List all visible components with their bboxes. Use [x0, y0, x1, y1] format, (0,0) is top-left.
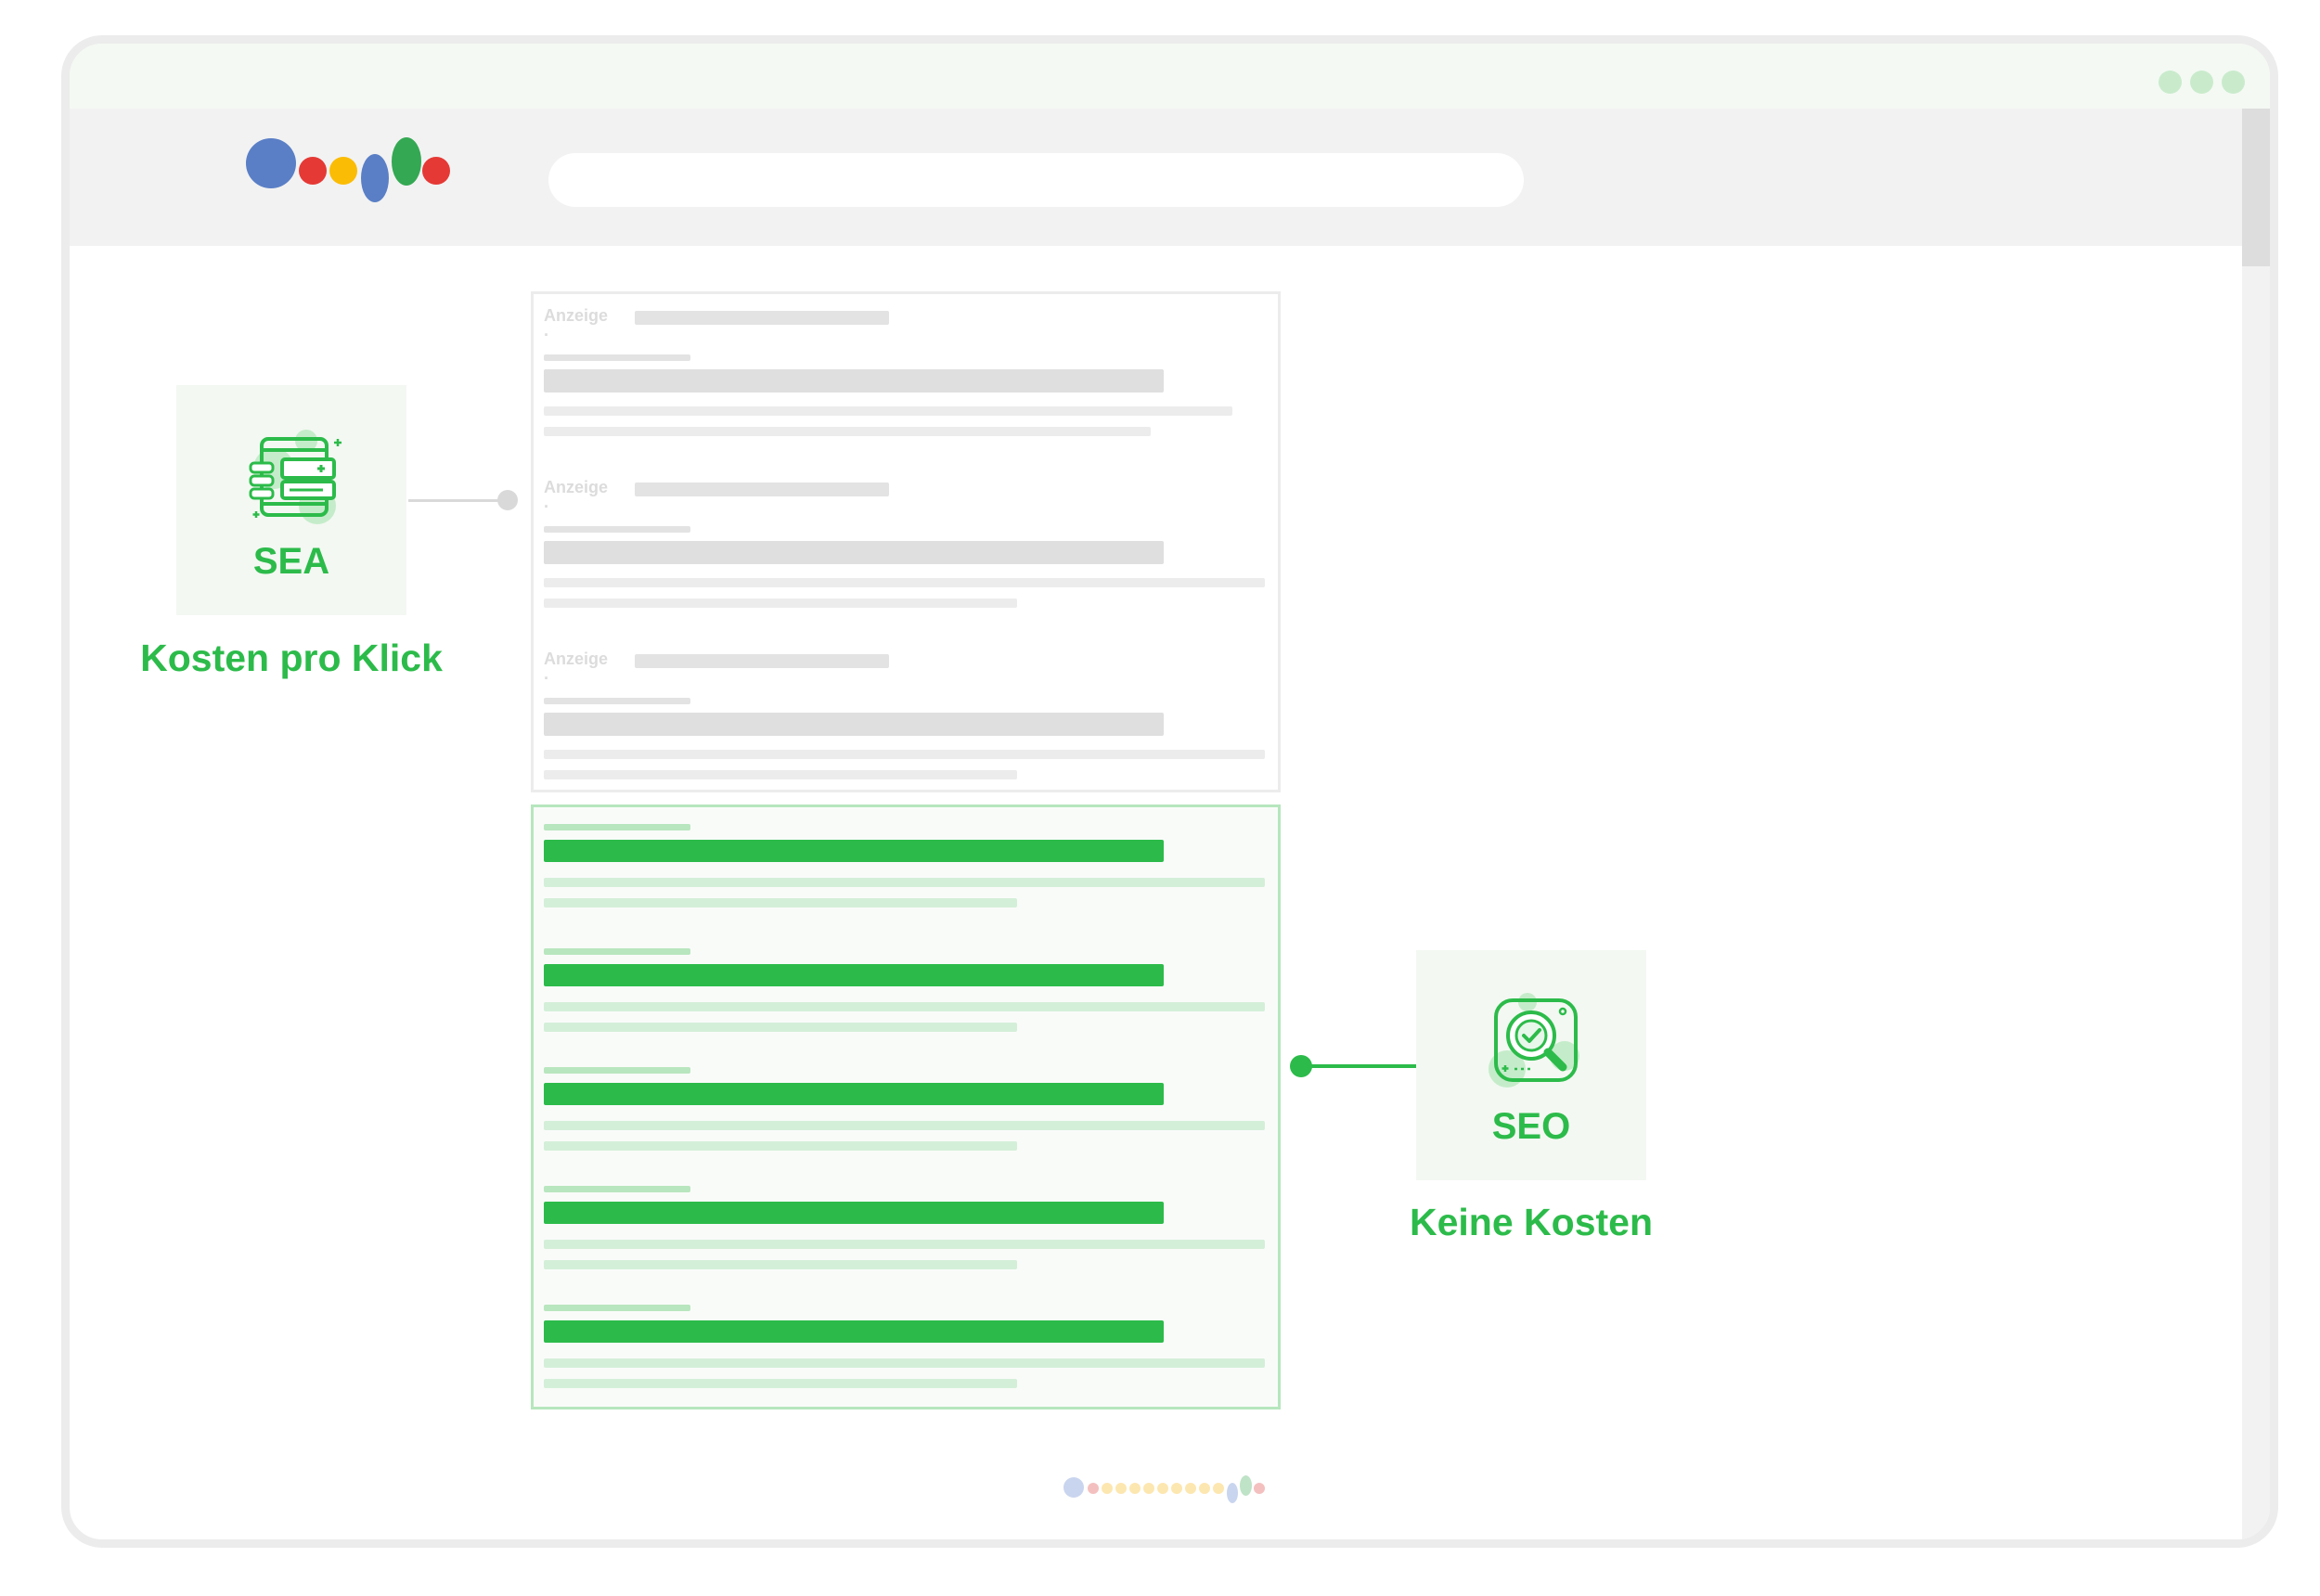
ad-url-placeholder [635, 311, 889, 325]
pagination-dot[interactable] [1129, 1483, 1141, 1494]
window-dot-3[interactable] [2222, 71, 2245, 94]
organic-title-placeholder[interactable] [544, 1083, 1164, 1105]
pagination-dot[interactable] [1143, 1483, 1154, 1494]
organic-breadcrumb-placeholder [544, 1067, 690, 1074]
window-dot-1[interactable] [2159, 71, 2182, 94]
organic-breadcrumb-placeholder [544, 948, 690, 955]
ad-breadcrumb-placeholder [544, 526, 690, 533]
ad-snippet-line [544, 406, 1232, 416]
organic-snippet-line [544, 1358, 1265, 1368]
organic-snippet-line [544, 1240, 1265, 1249]
pagination-dot[interactable] [1213, 1483, 1224, 1494]
organic-results-block [531, 804, 1281, 1409]
ad-snippet-line [544, 770, 1017, 779]
seo-card: SEO [1416, 950, 1646, 1180]
organic-snippet-line [544, 1260, 1017, 1269]
organic-snippet-line [544, 1121, 1265, 1130]
sea-caption: Kosten pro Klick [140, 637, 443, 679]
ad-snippet-line [544, 750, 1265, 759]
organic-snippet-line [544, 898, 1017, 907]
pagination-dot[interactable] [1171, 1483, 1182, 1494]
logo-blob-blue-oval [361, 154, 389, 202]
organic-snippet-line [544, 878, 1265, 887]
pagination-blob [1240, 1475, 1252, 1496]
seo-title: SEO [1491, 1106, 1571, 1147]
ad-title-placeholder[interactable] [544, 541, 1164, 564]
pagination-dot[interactable] [1185, 1483, 1196, 1494]
magnifier-check-icon [1489, 993, 1579, 1088]
ad-snippet-line [544, 578, 1265, 587]
ad-device-icon [249, 430, 342, 524]
organic-title-placeholder[interactable] [544, 1202, 1164, 1224]
title-bar [70, 44, 2270, 109]
pagination-dot[interactable] [1102, 1483, 1113, 1494]
ad-snippet-line [544, 427, 1151, 436]
logo-blob-green [392, 137, 421, 186]
organic-snippet-line [544, 1141, 1017, 1151]
ad-label: Anzeige · [544, 650, 609, 688]
ad-title-placeholder[interactable] [544, 369, 1164, 393]
pagination-blob [1227, 1483, 1238, 1503]
pagination-dot[interactable] [1157, 1483, 1168, 1494]
ad-snippet-line [544, 598, 1017, 608]
ad-breadcrumb-placeholder [544, 354, 690, 361]
sea-card: SEA [176, 385, 406, 615]
pagination-dot[interactable] [1115, 1483, 1127, 1494]
logo-blob-red [299, 157, 327, 185]
pagination-dot[interactable] [1199, 1483, 1210, 1494]
seo-caption: Keine Kosten [1410, 1201, 1653, 1243]
search-input[interactable] [548, 153, 1524, 207]
scrollbar-track[interactable] [2242, 109, 2270, 1539]
organic-title-placeholder[interactable] [544, 964, 1164, 986]
pagination-blob [1063, 1477, 1084, 1498]
logo-blob-red-small [422, 157, 450, 185]
organic-title-placeholder[interactable] [544, 1320, 1164, 1343]
ad-url-placeholder [635, 654, 889, 668]
logo-blob-blue [246, 138, 296, 188]
logo-blob-yellow [329, 157, 357, 185]
organic-breadcrumb-placeholder [544, 1186, 690, 1192]
organic-title-placeholder[interactable] [544, 840, 1164, 862]
sea-title: SEA [252, 541, 330, 582]
organic-breadcrumb-placeholder [544, 1305, 690, 1311]
ad-url-placeholder [635, 483, 889, 496]
pagination-blob [1254, 1483, 1265, 1494]
organic-snippet-line [544, 1002, 1265, 1011]
sea-connector-line [408, 499, 507, 502]
ad-title-placeholder[interactable] [544, 713, 1164, 736]
seo-connector-line [1301, 1064, 1416, 1068]
window-dot-2[interactable] [2190, 71, 2213, 94]
sea-connector-dot [497, 490, 518, 510]
ad-breadcrumb-placeholder [544, 698, 690, 704]
organic-snippet-line [544, 1379, 1017, 1388]
pagination-dot[interactable] [1088, 1483, 1099, 1494]
scrollbar-thumb[interactable] [2242, 109, 2270, 266]
ad-label: Anzeige · [544, 478, 609, 516]
organic-breadcrumb-placeholder [544, 824, 690, 830]
ad-label: Anzeige · [544, 306, 609, 344]
organic-snippet-line [544, 1023, 1017, 1032]
